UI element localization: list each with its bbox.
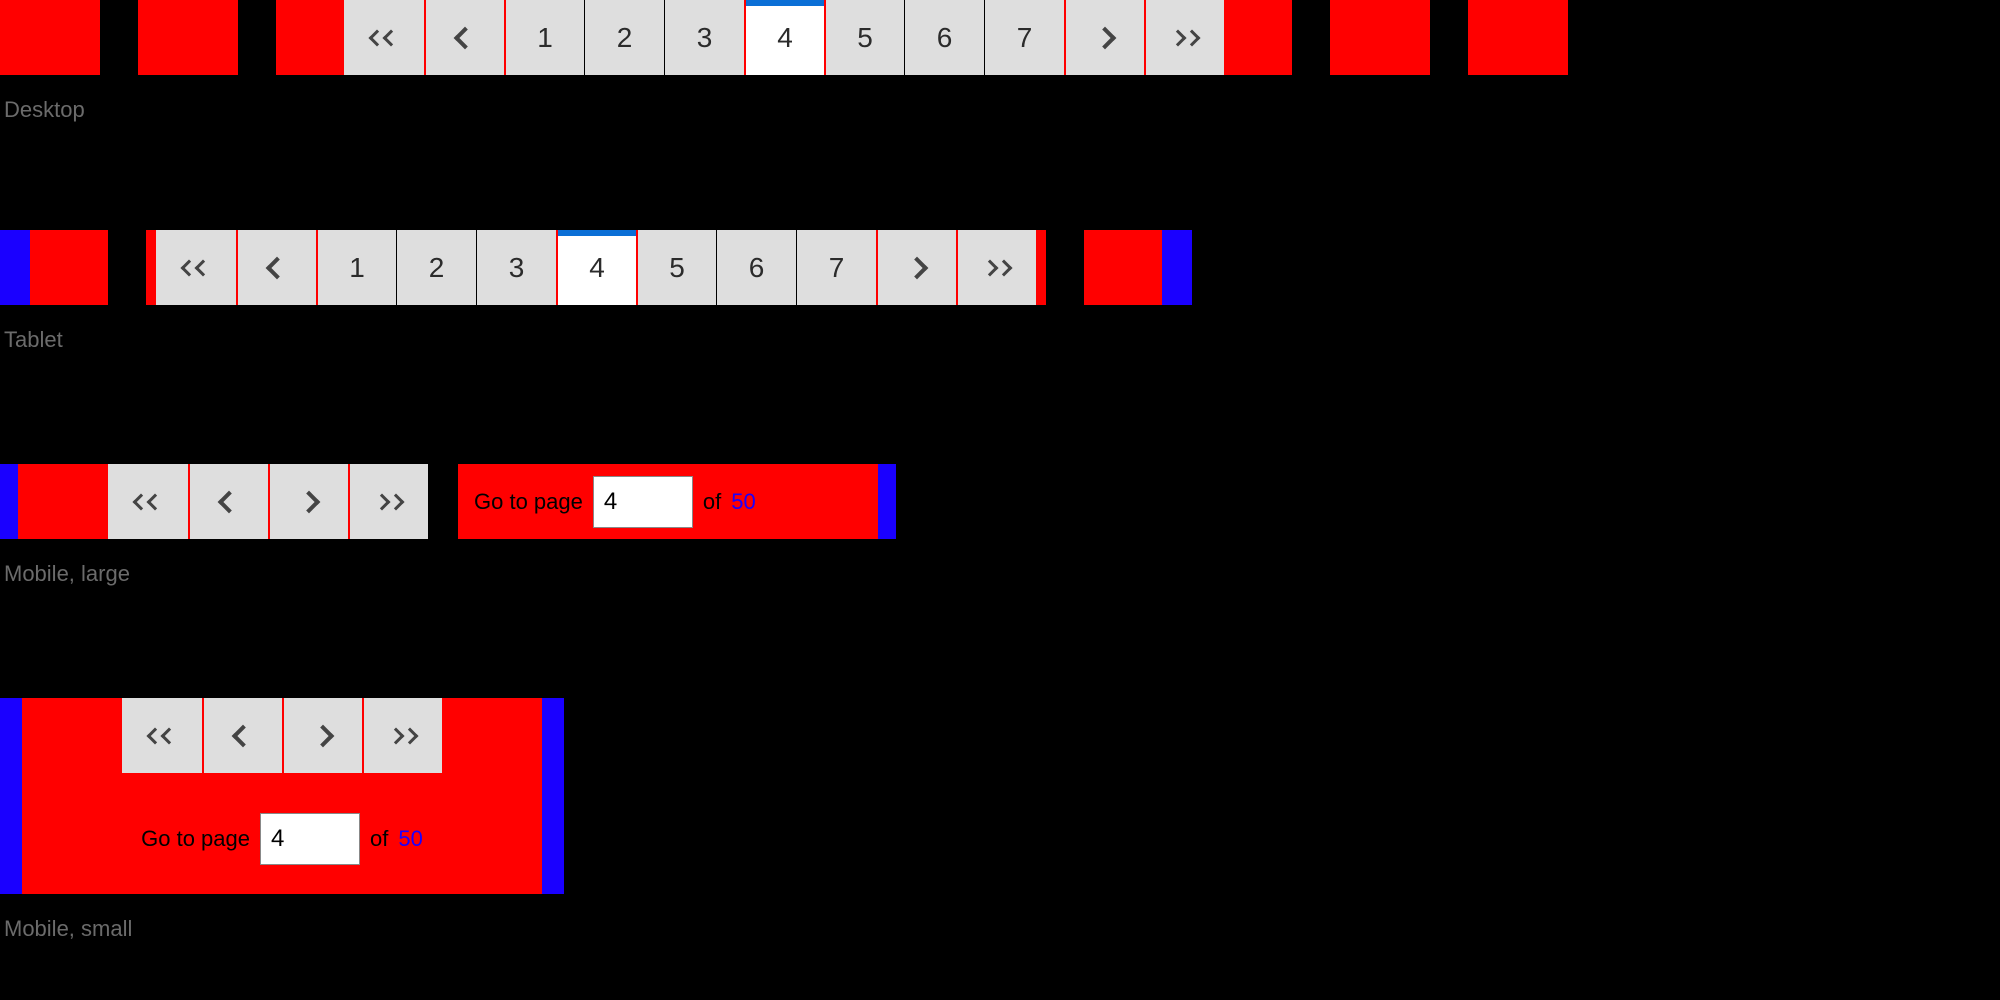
- spacer: [1084, 230, 1162, 305]
- page-6-button[interactable]: 6: [904, 0, 984, 75]
- mobile-small-row: Go to page of 50: [0, 698, 564, 894]
- spacer: [138, 0, 238, 75]
- spacer: [108, 230, 146, 305]
- spacer: [100, 0, 138, 75]
- spacer: [1430, 0, 1468, 75]
- chevron-left-icon: [454, 26, 477, 49]
- first-page-button[interactable]: [122, 698, 202, 773]
- spacer: [428, 464, 458, 539]
- last-page-button[interactable]: [956, 230, 1036, 305]
- prev-page-button[interactable]: [202, 698, 282, 773]
- goto-prefix: Go to page: [474, 489, 583, 515]
- page-1-button[interactable]: 1: [504, 0, 584, 75]
- spacer: [0, 230, 30, 305]
- first-page-button[interactable]: [156, 230, 236, 305]
- chevron-double-left-icon: [149, 730, 175, 742]
- next-page-button[interactable]: [282, 698, 362, 773]
- goto-prefix: Go to page: [141, 826, 250, 852]
- variant-label-mobile-large: Mobile, large: [4, 561, 896, 587]
- goto-page-input[interactable]: [260, 813, 360, 865]
- desktop-row: 1 2 3 4 5 6 7: [0, 0, 1568, 75]
- next-page-button[interactable]: [1064, 0, 1144, 75]
- page-2-button[interactable]: 2: [584, 0, 664, 75]
- spacer: [30, 230, 108, 305]
- spacer: [276, 0, 344, 75]
- chevron-double-left-icon: [135, 496, 161, 508]
- goto-total: 50: [398, 826, 422, 852]
- first-page-button[interactable]: [344, 0, 424, 75]
- spacer: [146, 230, 156, 305]
- chevron-right-icon: [1094, 26, 1117, 49]
- pagination-desktop: 1 2 3 4 5 6 7: [344, 0, 1224, 75]
- chevron-double-right-icon: [376, 496, 402, 508]
- chevron-right-icon: [312, 724, 335, 747]
- page-7-button[interactable]: 7: [796, 230, 876, 305]
- spacer: [1224, 0, 1292, 75]
- chevron-double-left-icon: [183, 262, 209, 274]
- chevron-double-right-icon: [984, 262, 1010, 274]
- spacer: [1162, 230, 1192, 305]
- spacer: [238, 0, 276, 75]
- page-6-button[interactable]: 6: [716, 230, 796, 305]
- prev-page-button[interactable]: [236, 230, 316, 305]
- mobile-small-center: Go to page of 50: [22, 698, 542, 894]
- chevron-double-right-icon: [1172, 32, 1198, 44]
- goto-page-input[interactable]: [593, 476, 693, 528]
- page-5-button[interactable]: 5: [824, 0, 904, 75]
- chevron-double-right-icon: [390, 730, 416, 742]
- spacer: [1468, 0, 1568, 75]
- last-page-button[interactable]: [348, 464, 428, 539]
- chevron-left-icon: [266, 256, 289, 279]
- spacer: [0, 698, 22, 894]
- chevron-left-icon: [232, 724, 255, 747]
- spacer: [0, 0, 100, 75]
- spacer: [878, 464, 896, 539]
- prev-page-button[interactable]: [188, 464, 268, 539]
- chevron-left-icon: [218, 490, 241, 513]
- prev-page-button[interactable]: [424, 0, 504, 75]
- spacer: [1036, 230, 1046, 305]
- page-2-button[interactable]: 2: [396, 230, 476, 305]
- spacer: [18, 464, 108, 539]
- page-3-button[interactable]: 3: [476, 230, 556, 305]
- spacer: [1330, 0, 1430, 75]
- page-4-button[interactable]: 4: [556, 230, 636, 305]
- spacer: [0, 464, 18, 539]
- page-5-button[interactable]: 5: [636, 230, 716, 305]
- spacer: [1046, 230, 1084, 305]
- last-page-button[interactable]: [362, 698, 442, 773]
- variant-label-desktop: Desktop: [4, 97, 1568, 123]
- spacer: [542, 698, 564, 894]
- next-page-button[interactable]: [268, 464, 348, 539]
- first-page-button[interactable]: [108, 464, 188, 539]
- goto-of: of: [703, 489, 721, 515]
- goto-panel: Go to page of 50: [458, 464, 878, 539]
- last-page-button[interactable]: [1144, 0, 1224, 75]
- variant-label-mobile-small: Mobile, small: [4, 916, 564, 942]
- page-4-button[interactable]: 4: [744, 0, 824, 75]
- chevron-right-icon: [298, 490, 321, 513]
- chevron-right-icon: [906, 256, 929, 279]
- pagination-mobile-small: [122, 698, 442, 773]
- mobile-large-row: Go to page of 50: [0, 464, 896, 539]
- pagination-mobile-large: [108, 464, 428, 539]
- pagination-tablet: 1 2 3 4 5 6 7: [156, 230, 1036, 305]
- spacer: [1292, 0, 1330, 75]
- next-page-button[interactable]: [876, 230, 956, 305]
- goto-of: of: [370, 826, 388, 852]
- page-7-button[interactable]: 7: [984, 0, 1064, 75]
- tablet-row: 1 2 3 4 5 6 7: [0, 230, 1192, 305]
- page-1-button[interactable]: 1: [316, 230, 396, 305]
- goto-total: 50: [731, 489, 755, 515]
- variant-label-tablet: Tablet: [4, 327, 1192, 353]
- chevron-double-left-icon: [371, 32, 397, 44]
- page-3-button[interactable]: 3: [664, 0, 744, 75]
- goto-panel: Go to page of 50: [125, 801, 439, 876]
